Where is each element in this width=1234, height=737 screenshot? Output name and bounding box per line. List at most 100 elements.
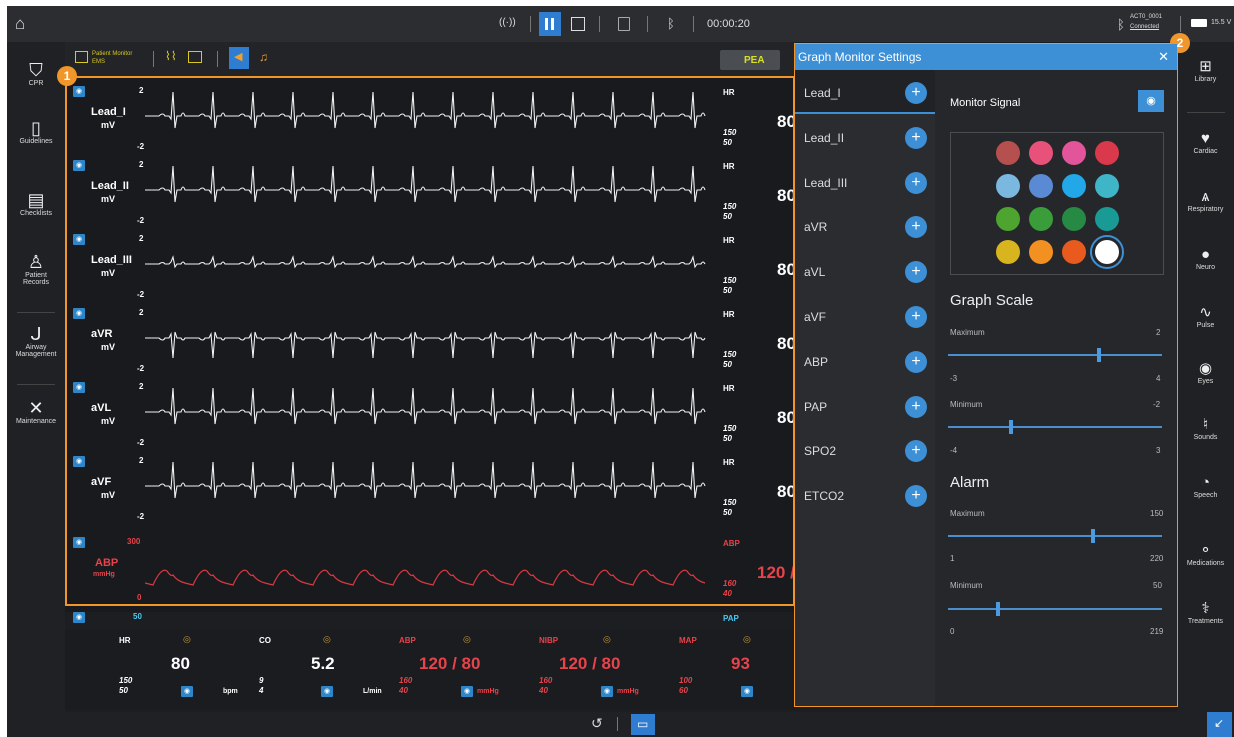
- bluetooth-status-icon: ᛒ: [1117, 17, 1125, 32]
- alarm-bell-icon[interactable]: ♫: [259, 50, 268, 64]
- chat-button[interactable]: ▭: [631, 714, 655, 735]
- color-swatch[interactable]: [1095, 174, 1119, 198]
- layout-icon[interactable]: [75, 51, 88, 63]
- audio-button[interactable]: ◀: [229, 47, 249, 69]
- color-swatch[interactable]: [1029, 141, 1053, 165]
- scale-max-slider[interactable]: [948, 348, 1162, 362]
- color-swatch[interactable]: [1029, 240, 1053, 264]
- scale-min-slider[interactable]: [948, 420, 1162, 434]
- signal-list-item[interactable]: ETCO2 +: [795, 473, 935, 517]
- alarm-min-thumb[interactable]: [996, 602, 1001, 616]
- waveform-icon[interactable]: ⌇⌇: [165, 49, 177, 63]
- nav-library[interactable]: ⊞ Library: [1177, 58, 1234, 83]
- alarm-icon[interactable]: ◎: [463, 634, 471, 645]
- color-swatch[interactable]: [1029, 207, 1053, 231]
- right-sidebar: ⊞ Library ♥ Cardiac ѧ Respiratory ● Neuro ∿ P…: [1177, 42, 1234, 712]
- alarm-icon[interactable]: ◎: [743, 634, 751, 645]
- nav-patient-records[interactable]: ♙ Patient Records: [7, 252, 65, 286]
- signal-list-item[interactable]: ABP +: [795, 339, 935, 383]
- nav-label: Respiratory: [1187, 206, 1224, 213]
- wireless-icon[interactable]: ((·)): [499, 17, 516, 28]
- stop-button[interactable]: [571, 17, 585, 31]
- vital-visibility-icon[interactable]: ◉: [601, 686, 613, 697]
- add-signal-button[interactable]: +: [905, 395, 927, 418]
- home-icon[interactable]: ⌂: [15, 14, 25, 34]
- color-swatch[interactable]: [1029, 174, 1053, 198]
- add-signal-button[interactable]: +: [905, 485, 927, 508]
- add-signal-button[interactable]: +: [905, 306, 927, 328]
- save-icon[interactable]: [618, 17, 630, 31]
- color-swatch[interactable]: [1095, 207, 1119, 231]
- color-swatch[interactable]: [1062, 141, 1086, 165]
- add-signal-button[interactable]: +: [905, 350, 927, 373]
- add-signal-button[interactable]: +: [905, 261, 927, 284]
- color-swatch[interactable]: [996, 141, 1020, 165]
- vital-visibility-icon[interactable]: ◉: [181, 686, 193, 697]
- color-swatch[interactable]: [1090, 235, 1124, 269]
- alarm-max-thumb[interactable]: [1090, 529, 1095, 543]
- alarm-max-slider[interactable]: [948, 529, 1162, 543]
- alarm-icon[interactable]: ◎: [183, 634, 191, 645]
- color-swatch[interactable]: [996, 174, 1020, 198]
- vital-low: 40: [399, 686, 408, 695]
- vital-high: 160: [539, 676, 553, 685]
- heart-icon: ♥: [1201, 130, 1210, 147]
- vital-visibility-icon[interactable]: ◉: [741, 686, 753, 697]
- signal-list-item[interactable]: aVF +: [795, 294, 935, 338]
- nav-maintenance[interactable]: ✕ Maintenance: [7, 398, 65, 425]
- nav-treatments[interactable]: ⚕ Treatments: [1177, 600, 1234, 625]
- vital-visibility-icon[interactable]: ◉: [461, 686, 473, 697]
- color-swatch[interactable]: [1062, 174, 1086, 198]
- vital-tile: NIBP ◎ 160 40 120 / 80 ◉ mmHg: [493, 630, 639, 710]
- battery-icon: [1191, 19, 1207, 27]
- pause-button[interactable]: [539, 12, 561, 36]
- nav-sounds[interactable]: ♮ Sounds: [1177, 416, 1234, 441]
- nav-neuro[interactable]: ● Neuro: [1177, 246, 1234, 271]
- alarm-min-slider[interactable]: [948, 602, 1162, 616]
- color-swatch[interactable]: [1062, 207, 1086, 231]
- color-swatch[interactable]: [1095, 141, 1119, 165]
- history-icon[interactable]: ↺: [591, 715, 603, 732]
- nav-eyes[interactable]: ◉ Eyes: [1177, 360, 1234, 385]
- signal-list-item[interactable]: Lead_III +: [795, 160, 935, 204]
- signal-list-item[interactable]: Lead_II +: [795, 115, 935, 159]
- add-signal-button[interactable]: +: [905, 126, 927, 149]
- monitor-signal-label: Monitor Signal: [950, 97, 1021, 109]
- nav-respiratory[interactable]: ѧ Respiratory: [1177, 188, 1234, 213]
- pap-visibility-icon[interactable]: ◉: [73, 612, 85, 623]
- bluetooth-icon[interactable]: ᛒ: [667, 16, 675, 31]
- nav-cardiac[interactable]: ♥ Cardiac: [1177, 130, 1234, 155]
- add-signal-button[interactable]: +: [905, 216, 927, 239]
- nav-airway[interactable]: ᒍ Airway Management: [7, 324, 65, 358]
- scale-min-thumb[interactable]: [1008, 420, 1013, 434]
- monitor-signal-toggle[interactable]: ◉: [1138, 90, 1164, 112]
- add-signal-button[interactable]: +: [905, 82, 927, 104]
- clipboard-icon: ▤: [27, 190, 45, 210]
- session-timer: 00:00:20: [707, 18, 750, 30]
- close-icon[interactable]: ✕: [1158, 44, 1169, 70]
- nav-medications[interactable]: ⚬ Medications: [1177, 542, 1234, 567]
- color-swatch[interactable]: [1062, 240, 1086, 264]
- minimize-button[interactable]: ↙: [1207, 712, 1232, 737]
- grid-icon[interactable]: [188, 51, 202, 63]
- signal-list-item[interactable]: Lead_I +: [795, 70, 935, 114]
- signal-list-item[interactable]: aVL +: [795, 249, 935, 293]
- vital-value: 120 / 80: [419, 654, 481, 673]
- signal-list-item[interactable]: aVR +: [795, 204, 935, 248]
- pap-scale-max: 50: [133, 612, 142, 621]
- alarm-icon[interactable]: ◎: [323, 634, 331, 645]
- color-swatch[interactable]: [996, 207, 1020, 231]
- scale-max-thumb[interactable]: [1097, 348, 1102, 362]
- add-signal-button[interactable]: +: [905, 171, 927, 194]
- vital-visibility-icon[interactable]: ◉: [321, 686, 333, 697]
- nav-checklists[interactable]: ▤ Checklists: [7, 190, 65, 217]
- alarm-icon[interactable]: ◎: [603, 634, 611, 645]
- nav-guidelines[interactable]: ▯ Guidelines: [7, 118, 65, 145]
- signal-list-item[interactable]: PAP +: [795, 384, 935, 428]
- add-signal-button[interactable]: +: [905, 440, 927, 463]
- pills-icon: ⚬: [1199, 542, 1212, 559]
- nav-pulse[interactable]: ∿ Pulse: [1177, 304, 1234, 329]
- signal-list-item[interactable]: SPO2 +: [795, 428, 935, 472]
- color-swatch[interactable]: [996, 240, 1020, 264]
- nav-speech[interactable]: ◔ Speech: [1177, 474, 1234, 499]
